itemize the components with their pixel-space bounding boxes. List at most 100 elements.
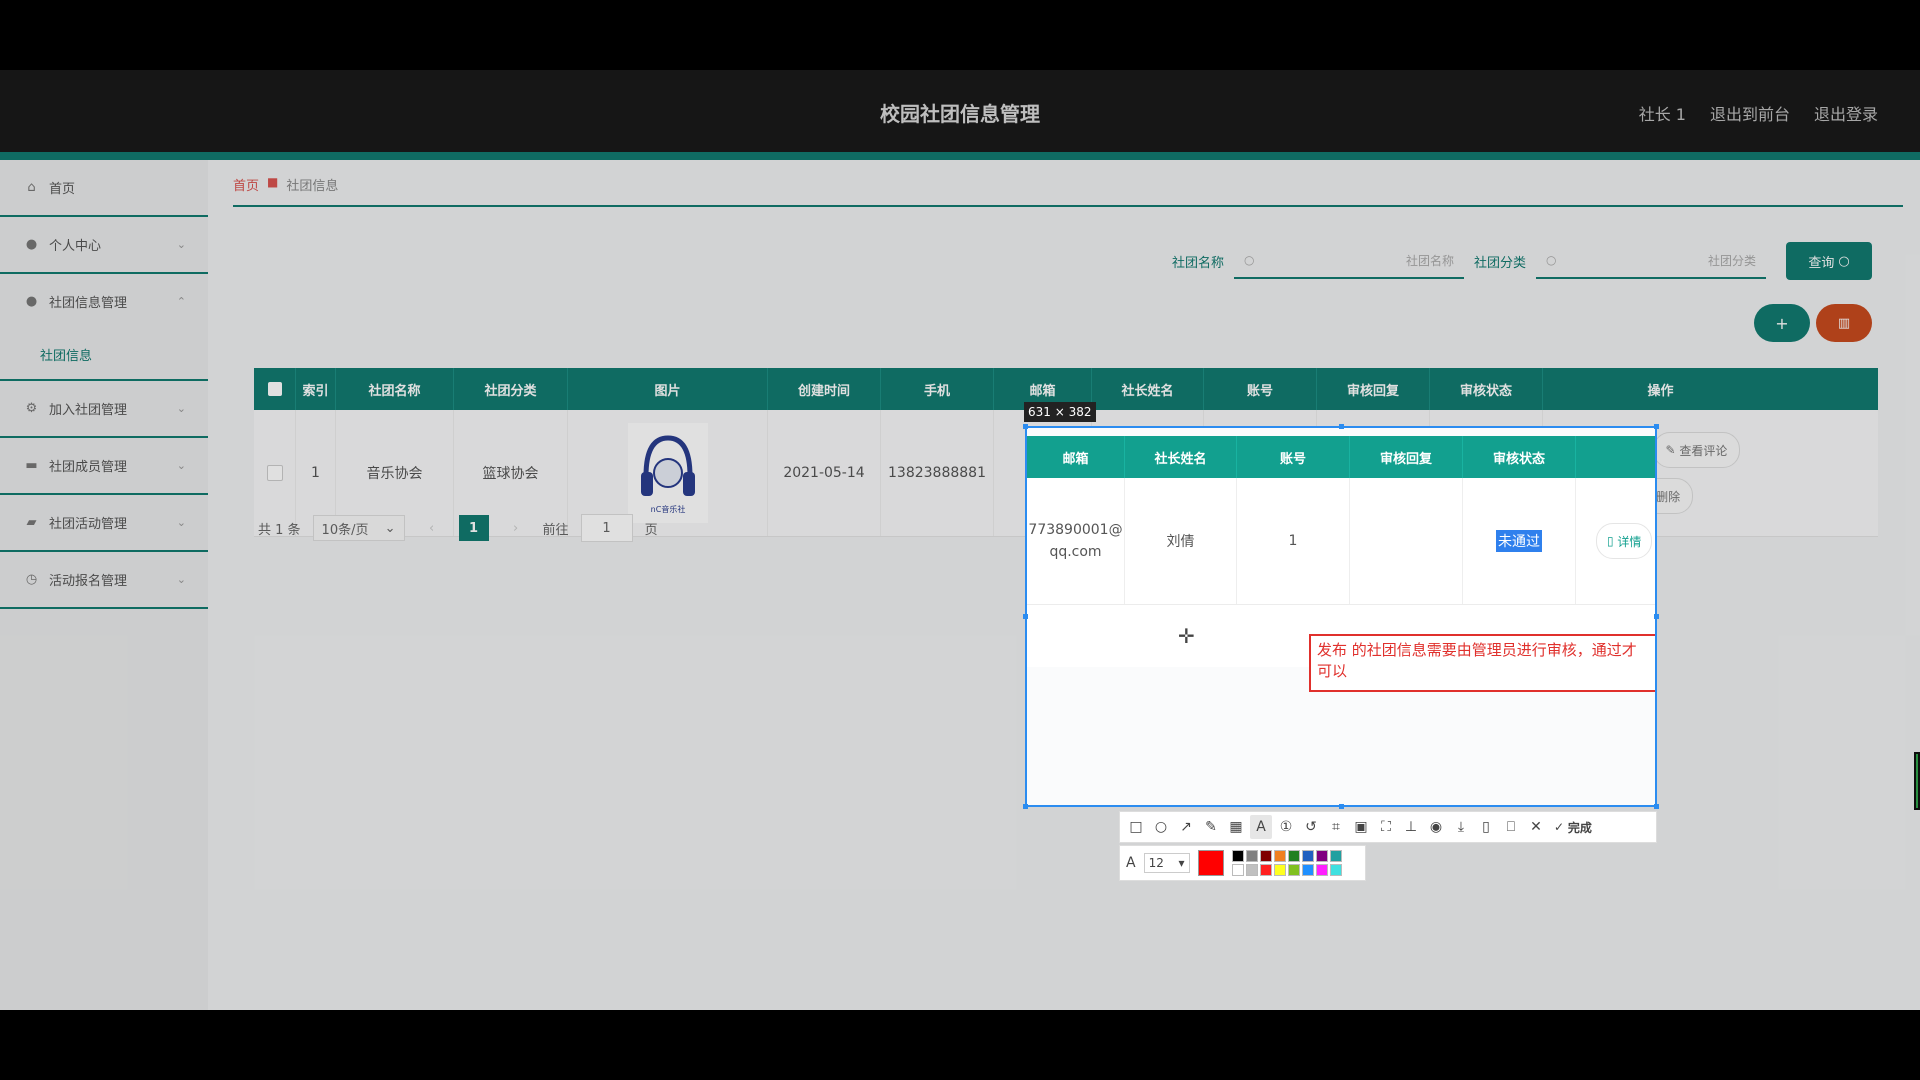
breadcrumb-home[interactable]: 首页 (233, 175, 259, 194)
view-comments-button[interactable]: ✎ 查看评论 (1652, 432, 1741, 468)
batch-delete-button[interactable]: ▥ (1816, 304, 1872, 342)
plus-icon: + (1775, 313, 1789, 333)
header-links: 社长 1 退出到前台 退出登录 (1639, 101, 1878, 125)
text-tool-icon[interactable]: A (1250, 815, 1272, 839)
caret-down-icon: ▾ (1178, 856, 1185, 870)
resize-handle[interactable] (1654, 614, 1659, 619)
back-to-front-link[interactable]: 退出到前台 (1710, 101, 1790, 125)
next-page-button[interactable]: › (501, 515, 531, 541)
clock-icon: ◷ (25, 572, 38, 587)
query-button[interactable]: 查询 ○ (1786, 242, 1872, 280)
side-scroll-tab[interactable] (1914, 752, 1920, 810)
club-category-input[interactable]: ○ 社团分类 (1536, 243, 1766, 279)
color-swatch[interactable] (1259, 864, 1272, 876)
font-icon: A (1126, 855, 1136, 871)
club-name-input[interactable]: ○ 社团名称 (1233, 243, 1464, 279)
edit-icon: ✎ (1665, 443, 1680, 457)
pin-icon[interactable]: ⊥ (1400, 815, 1422, 839)
translate-icon[interactable]: ▣ (1350, 815, 1372, 839)
user-icon: ● (25, 237, 38, 252)
club-logo-image[interactable]: nC音乐社 (627, 423, 708, 523)
resize-handle[interactable] (1339, 804, 1344, 809)
resize-handle[interactable] (1023, 424, 1028, 429)
color-swatch[interactable] (1315, 850, 1328, 862)
capture-table-header: 邮箱 社长姓名 账号 审核回复 审核状态 (1027, 436, 1655, 478)
current-color-swatch[interactable] (1197, 850, 1224, 876)
resize-handle[interactable] (1023, 614, 1028, 619)
resize-handle[interactable] (1654, 424, 1659, 429)
club-category-label: 社团分类 (1473, 255, 1526, 271)
sidebar-item-signup-management[interactable]: ◷ 活动报名管理 ⌄ (0, 552, 208, 609)
sidebar-item-personal-center[interactable]: ● 个人中心 ⌄ (0, 217, 208, 274)
sidebar-subitem-club-info[interactable]: 社团信息 (0, 329, 208, 381)
breadcrumb-separator-icon: ■ (267, 175, 279, 189)
color-swatch[interactable] (1301, 850, 1314, 862)
rectangle-tool-icon[interactable]: □ (1125, 815, 1147, 839)
ellipse-tool-icon[interactable]: ○ (1150, 815, 1172, 839)
mosaic-tool-icon[interactable]: ▦ (1225, 815, 1247, 839)
sidebar-item-club-info-management[interactable]: ● 社团信息管理 ⌃ (0, 274, 208, 329)
color-swatch[interactable] (1329, 864, 1342, 876)
color-swatch[interactable] (1301, 864, 1314, 876)
sidebar-item-join-club-management[interactable]: ⚙ 加入社团管理 ⌄ (0, 381, 208, 438)
car-icon: ▰ (26, 515, 37, 530)
color-swatch[interactable] (1273, 864, 1286, 876)
pagination: 共 1 条 10条/页 ⌄ ‹ 1 › 前往 1 页 (258, 514, 658, 542)
pen-tool-icon[interactable]: ✎ (1200, 815, 1222, 839)
logout-link[interactable]: 退出登录 (1814, 101, 1878, 125)
sidebar-item-home[interactable]: ⌂ 首页 (0, 160, 208, 217)
color-swatch[interactable] (1287, 864, 1300, 876)
color-swatch[interactable] (1259, 850, 1272, 862)
color-swatch[interactable] (1287, 850, 1300, 862)
add-button[interactable]: + (1754, 304, 1810, 342)
capture-table-row: 773890001@ qq.com 刘倩 1 未通过 ▯ 详情 (1027, 478, 1655, 605)
page-size-select[interactable]: 10条/页 ⌄ (312, 515, 405, 541)
done-button[interactable]: ✓ 完成 (1554, 815, 1592, 839)
search-icon: ○ (1243, 253, 1255, 267)
goto-page-input[interactable]: 1 (580, 514, 633, 542)
color-swatch[interactable] (1245, 864, 1258, 876)
capture-region[interactable]: 邮箱 社长姓名 账号 审核回复 审核状态 773890001@ qq.com 刘… (1025, 426, 1657, 807)
color-swatch[interactable] (1231, 864, 1244, 876)
sidebar-item-label: 社团活动管理 (49, 517, 128, 532)
capture-toolbar: □ ○ ↗ ✎ ▦ A ① ↺ ⌗ ▣ ⛶ ⊥ ◉ ⤓ ▯ ⎕ ✕ ✓ 完成 (1119, 811, 1657, 843)
headphones-logo-icon: nC音乐社 (640, 435, 695, 514)
color-swatch[interactable] (1273, 850, 1286, 862)
arrow-tool-icon[interactable]: ↗ (1175, 815, 1197, 839)
download-icon[interactable]: ⤓ (1450, 815, 1472, 839)
resize-handle[interactable] (1654, 804, 1659, 809)
sidebar-item-member-management[interactable]: ▬ 社团成员管理 ⌄ (0, 438, 208, 495)
trash-icon: ▥ (1837, 315, 1851, 331)
prev-page-button[interactable]: ‹ (417, 515, 447, 541)
user-name-link[interactable]: 社长 1 (1639, 101, 1686, 125)
app-window: 校园社团信息管理 社长 1 退出到前台 退出登录 ⌂ 首页 ● 个人中心 ⌄ ●… (0, 70, 1920, 1010)
current-page[interactable]: 1 (458, 515, 489, 541)
document-icon: ▯ (1607, 534, 1618, 548)
save-icon[interactable]: ▯ (1475, 815, 1497, 839)
color-swatch[interactable] (1231, 850, 1244, 862)
color-swatch[interactable] (1245, 850, 1258, 862)
resize-handle[interactable] (1339, 424, 1344, 429)
resize-handle[interactable] (1023, 804, 1028, 809)
sidebar-item-label: 社团信息管理 (49, 296, 128, 311)
record-icon[interactable]: ◉ (1425, 815, 1447, 839)
chevron-down-icon: ⌄ (176, 573, 186, 586)
scan-icon[interactable]: ⛶ (1375, 815, 1397, 839)
column-header: 社长姓名 (1125, 436, 1237, 478)
column-header: 手机 (881, 368, 994, 410)
column-header: 图片 (568, 368, 768, 410)
home-icon: ⌂ (27, 180, 36, 195)
annotation-text-box[interactable]: 发布 的社团信息需要由管理员进行审核，通过才可以 (1309, 634, 1655, 692)
color-swatch[interactable] (1329, 850, 1342, 862)
font-size-select[interactable]: 12 ▾ (1143, 853, 1190, 873)
row-checkbox[interactable] (266, 465, 283, 481)
color-swatch[interactable] (1315, 864, 1328, 876)
detail-button[interactable]: ▯ 详情 (1596, 523, 1653, 559)
bookmark-icon[interactable]: ⎕ (1500, 815, 1522, 839)
undo-icon[interactable]: ↺ (1300, 815, 1322, 839)
crop-icon[interactable]: ⌗ (1325, 815, 1347, 839)
sidebar-item-activity-management[interactable]: ▰ 社团活动管理 ⌄ (0, 495, 208, 552)
select-all-checkbox[interactable] (267, 382, 282, 396)
number-tool-icon[interactable]: ① (1275, 815, 1297, 839)
close-icon[interactable]: ✕ (1525, 815, 1547, 839)
